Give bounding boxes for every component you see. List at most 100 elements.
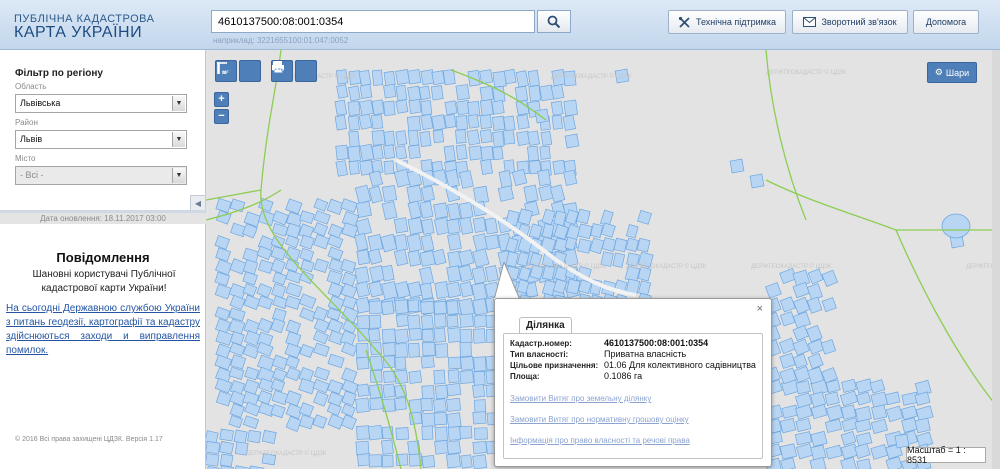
land-parcel[interactable] xyxy=(407,69,422,85)
land-parcel[interactable] xyxy=(371,69,384,86)
ownership-info-link[interactable]: Інформація про право власності та речові… xyxy=(510,436,690,445)
land-parcel[interactable] xyxy=(408,98,422,115)
land-parcel[interactable] xyxy=(355,440,370,456)
land-parcel[interactable] xyxy=(335,160,348,177)
land-parcel[interactable] xyxy=(367,234,384,252)
land-parcel[interactable] xyxy=(484,217,498,235)
land-parcel[interactable] xyxy=(473,185,490,205)
land-parcel[interactable] xyxy=(431,114,447,131)
land-parcel[interactable] xyxy=(381,184,398,202)
land-parcel[interactable] xyxy=(447,369,460,384)
land-parcel[interactable] xyxy=(479,99,494,117)
land-parcel[interactable] xyxy=(459,355,475,371)
land-parcel[interactable] xyxy=(779,443,798,460)
land-parcel[interactable] xyxy=(348,85,361,102)
identify-button[interactable]: ? xyxy=(273,60,317,82)
land-parcel[interactable] xyxy=(479,85,494,102)
order-valuation-link[interactable]: Замовити Витяг про нормативну грошову оц… xyxy=(510,415,689,424)
land-parcel[interactable] xyxy=(421,328,434,343)
land-parcel[interactable] xyxy=(446,281,462,299)
land-parcel[interactable] xyxy=(446,412,462,429)
land-parcel[interactable] xyxy=(446,300,459,315)
land-parcel[interactable] xyxy=(527,69,540,87)
land-parcel[interactable] xyxy=(371,129,386,146)
land-parcel[interactable] xyxy=(395,427,409,441)
land-parcel[interactable] xyxy=(446,397,462,412)
land-parcel[interactable] xyxy=(421,455,436,469)
land-parcel[interactable] xyxy=(472,411,487,425)
land-parcel[interactable] xyxy=(749,173,765,189)
land-parcel[interactable] xyxy=(393,217,409,234)
land-parcel[interactable] xyxy=(356,356,370,370)
land-parcel[interactable] xyxy=(459,313,474,328)
land-parcel[interactable] xyxy=(383,160,395,175)
land-parcel[interactable] xyxy=(419,200,434,219)
land-parcel[interactable] xyxy=(443,145,456,162)
land-parcel[interactable] xyxy=(336,84,349,99)
support-button[interactable]: Технічна підтримка xyxy=(668,10,786,34)
land-parcel[interactable] xyxy=(492,146,504,161)
land-parcel[interactable] xyxy=(420,314,434,330)
land-parcel[interactable] xyxy=(368,314,382,329)
land-parcel[interactable] xyxy=(420,100,433,116)
land-parcel[interactable] xyxy=(480,145,494,161)
land-parcel[interactable] xyxy=(407,314,421,331)
land-parcel[interactable] xyxy=(914,417,931,434)
land-parcel[interactable] xyxy=(562,114,576,131)
land-parcel[interactable] xyxy=(421,385,435,400)
land-parcel[interactable] xyxy=(840,404,857,420)
land-parcel[interactable] xyxy=(395,99,409,114)
land-parcel[interactable] xyxy=(636,237,651,253)
land-parcel[interactable] xyxy=(467,114,480,129)
land-parcel[interactable] xyxy=(492,130,505,148)
land-parcel[interactable] xyxy=(435,343,449,358)
land-parcel[interactable] xyxy=(395,130,408,146)
land-parcel[interactable] xyxy=(810,444,827,461)
land-parcel[interactable] xyxy=(383,144,396,160)
search-button[interactable] xyxy=(537,10,571,33)
land-parcel[interactable] xyxy=(455,129,467,144)
land-parcel[interactable] xyxy=(383,130,396,147)
land-parcel[interactable] xyxy=(334,114,347,131)
land-parcel[interactable] xyxy=(367,328,381,342)
land-parcel[interactable] xyxy=(407,299,420,313)
land-parcel[interactable] xyxy=(394,343,408,359)
land-parcel[interactable] xyxy=(433,369,446,385)
land-parcel[interactable] xyxy=(219,440,235,455)
land-parcel[interactable] xyxy=(219,453,234,468)
land-parcel[interactable] xyxy=(527,130,541,146)
land-parcel[interactable] xyxy=(551,114,563,130)
land-parcel[interactable] xyxy=(472,216,487,233)
land-parcel[interactable] xyxy=(394,328,410,344)
layers-button[interactable]: ⚙ Шари xyxy=(927,62,977,83)
land-parcel[interactable] xyxy=(408,144,421,159)
land-parcel[interactable] xyxy=(381,264,395,282)
land-parcel[interactable] xyxy=(407,250,422,267)
land-parcel[interactable] xyxy=(356,425,370,440)
land-parcel[interactable] xyxy=(779,417,797,434)
land-parcel[interactable] xyxy=(419,282,434,300)
land-parcel[interactable] xyxy=(394,233,408,252)
land-parcel[interactable] xyxy=(381,454,394,468)
land-parcel[interactable] xyxy=(355,200,372,219)
land-parcel[interactable] xyxy=(480,158,493,175)
land-parcel[interactable] xyxy=(446,314,459,328)
land-parcel[interactable] xyxy=(347,115,360,131)
land-parcel[interactable] xyxy=(466,129,481,146)
land-parcel[interactable] xyxy=(347,100,361,116)
zoom-in-button[interactable]: + xyxy=(214,92,229,107)
land-parcel[interactable] xyxy=(406,115,422,133)
land-parcel[interactable] xyxy=(394,145,408,160)
zoom-out-button[interactable]: − xyxy=(214,109,229,124)
land-parcel[interactable] xyxy=(503,68,517,85)
land-parcel[interactable] xyxy=(407,281,423,299)
land-parcel[interactable] xyxy=(444,113,457,129)
land-parcel[interactable] xyxy=(433,313,447,328)
land-parcel[interactable] xyxy=(421,412,436,428)
land-parcel[interactable] xyxy=(407,217,424,235)
land-parcel[interactable] xyxy=(625,278,641,295)
district-select[interactable]: Львів ▼ xyxy=(15,130,187,149)
land-parcel[interactable] xyxy=(472,298,488,316)
land-parcel[interactable] xyxy=(491,99,505,115)
order-extract-link[interactable]: Замовити Витяг про земельну ділянку xyxy=(510,394,651,403)
